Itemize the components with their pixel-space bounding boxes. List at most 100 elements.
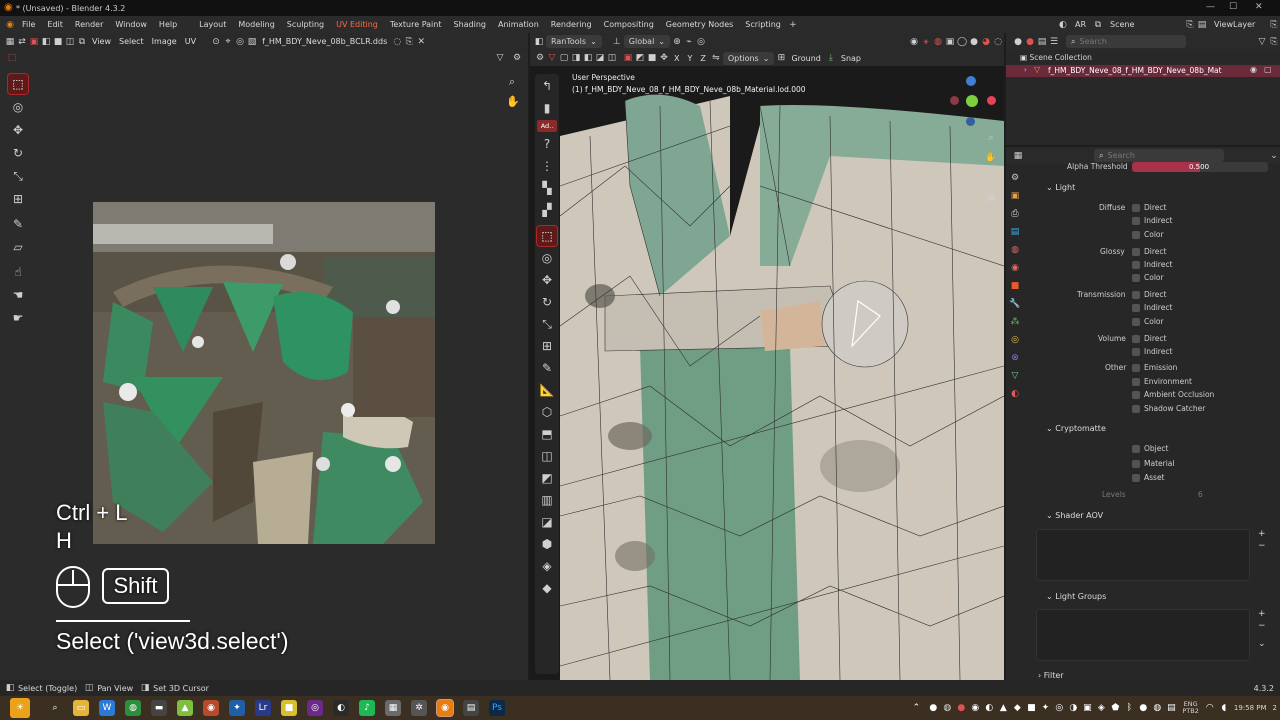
select-mode-subtract-icon[interactable]: ◧ xyxy=(582,52,594,64)
scale-tool-icon[interactable]: ⤡ xyxy=(8,166,28,186)
overlay-toggle-icon[interactable]: ◍ xyxy=(932,36,944,48)
diffuse-color-checkbox[interactable]: Color xyxy=(1132,230,1164,239)
image-close-icon[interactable]: ✕ xyxy=(415,36,427,48)
mirror-icon[interactable]: ⇋ xyxy=(710,52,722,64)
menu-help[interactable]: Help xyxy=(153,20,183,29)
xray-icon[interactable]: ▣ xyxy=(944,36,956,48)
options-dropdown[interactable]: Options ⌄ xyxy=(722,51,775,65)
data-tab-icon[interactable]: ▽ xyxy=(1009,370,1021,382)
transmission-direct-checkbox[interactable]: Direct xyxy=(1132,290,1166,299)
ar-label[interactable]: AR xyxy=(1069,20,1092,29)
chrome-icon[interactable]: ◍ xyxy=(125,700,141,716)
properties-search-input[interactable]: ⌕ Search xyxy=(1094,149,1224,162)
pivot-point-icon[interactable]: ⊕ xyxy=(671,36,683,48)
transform-affect-icon[interactable]: ✥ xyxy=(658,52,670,64)
extrude-icon[interactable]: ⬒ xyxy=(537,424,557,444)
vertex-select-icon[interactable]: ▣ xyxy=(28,36,40,48)
light-groups-section-header[interactable]: ⌄ Light Groups xyxy=(1046,592,1106,601)
tab-shading[interactable]: Shading xyxy=(447,20,492,29)
render-tab-icon[interactable]: ▣ xyxy=(1009,190,1021,202)
view-layer-selector[interactable]: ViewLayer xyxy=(1208,20,1268,29)
glossy-direct-checkbox[interactable]: Direct xyxy=(1132,247,1166,256)
grid-a-icon[interactable]: ▚ xyxy=(537,178,557,198)
measure-icon[interactable]: 📐 xyxy=(537,380,557,400)
list-icon[interactable]: ☰ xyxy=(1048,36,1060,48)
pie-icon[interactable]: ⋮ xyxy=(537,156,557,176)
sticky-select-icon[interactable]: ⧉ xyxy=(76,36,88,48)
chevron-down-icon[interactable]: ⌄ xyxy=(1258,639,1266,649)
tray-app14-icon[interactable]: ⬟ xyxy=(1110,700,1120,716)
object-visibility-icon[interactable]: ◉ xyxy=(908,36,920,48)
cursor-tool-icon[interactable]: ◎ xyxy=(8,97,28,117)
face-mode-icon[interactable]: ■ xyxy=(646,52,658,64)
grid-b-icon[interactable]: ▞ xyxy=(537,200,557,220)
snap-icon[interactable]: ⌖ xyxy=(222,36,234,48)
uv-editor-area[interactable]: ⬚ ▽ ⚙ ⬚ ◎ ✥ ↻ ⤡ ⊞ ✎ ▱ ☝ ☚ ☛ ⌕ ✋ Ctrl + L… xyxy=(0,50,528,680)
filter-section-header[interactable]: › Filter xyxy=(1038,671,1064,680)
proportional-edit-icon[interactable]: ◎ xyxy=(695,36,707,48)
poly-build-icon[interactable]: ⬢ xyxy=(537,534,557,554)
tray-app8-icon[interactable]: ■ xyxy=(1026,700,1036,716)
modifier-tab-icon[interactable]: 🔧 xyxy=(1009,298,1021,310)
tray-app15-icon[interactable]: ● xyxy=(1138,700,1148,716)
app-orange-icon[interactable]: ◉ xyxy=(203,700,219,716)
wifi-icon[interactable]: ◠ xyxy=(1205,700,1215,716)
tray-app16-icon[interactable]: ◍ xyxy=(1152,700,1162,716)
crypto-material-checkbox[interactable]: Material xyxy=(1132,459,1174,468)
uv-menu-uv[interactable]: UV xyxy=(181,35,200,48)
viewport-pan-icon[interactable]: ✋ xyxy=(985,152,997,164)
cursor-icon[interactable]: ◎ xyxy=(537,248,557,268)
snap-toggle[interactable]: Snap xyxy=(837,52,865,65)
tray-app5-icon[interactable]: ◐ xyxy=(984,700,994,716)
transform-icon[interactable]: ⊞ xyxy=(537,336,557,356)
weather-icon[interactable]: ☀ xyxy=(10,698,30,718)
world-tab-icon[interactable]: ◉ xyxy=(1009,262,1021,274)
maximize-icon[interactable]: ☐ xyxy=(1229,2,1237,12)
transmission-indirect-checkbox[interactable]: Indirect xyxy=(1132,303,1172,312)
visibility-eye-icon[interactable]: ◉ xyxy=(1250,65,1257,74)
add-workspace-icon[interactable]: + xyxy=(787,19,799,31)
outliner-filter-icon[interactable]: ▽ xyxy=(1256,36,1268,48)
remove-aov-icon[interactable]: − xyxy=(1258,541,1266,551)
fake-user-icon[interactable]: ◌ xyxy=(391,36,403,48)
tab-compositing[interactable]: Compositing xyxy=(598,20,660,29)
select-tool-icon[interactable]: ⬚ xyxy=(536,225,558,247)
menu-window[interactable]: Window xyxy=(109,20,153,29)
axis-y-toggle[interactable]: Y xyxy=(683,52,696,65)
bluetooth-icon[interactable]: ᛒ xyxy=(1124,700,1134,716)
scale-icon[interactable]: ⤡ xyxy=(537,314,557,334)
physics-tab-icon[interactable]: ◎ xyxy=(1009,334,1021,346)
add-aov-icon[interactable]: + xyxy=(1258,529,1266,539)
diffuse-direct-checkbox[interactable]: Direct xyxy=(1132,203,1166,212)
tab-uv-editing[interactable]: UV Editing xyxy=(330,20,384,29)
zoom-icon[interactable]: ⌕ xyxy=(506,76,518,88)
alpha-threshold-slider[interactable]: 0.500 xyxy=(1132,162,1268,172)
output-tab-icon[interactable]: ⎙ xyxy=(1009,208,1021,220)
knife-icon[interactable]: ◪ xyxy=(537,512,557,532)
notification-badge[interactable]: 2 xyxy=(1270,704,1280,712)
search-icon[interactable]: ⌕ xyxy=(47,700,63,716)
shadow-catcher-checkbox[interactable]: Shadow Catcher xyxy=(1132,404,1205,413)
app-window-icon[interactable]: ▤ xyxy=(463,700,479,716)
select-box-tool-icon[interactable]: ⬚ xyxy=(7,73,29,95)
ground-toggle[interactable]: Ground xyxy=(787,52,824,65)
display-mode-icon[interactable]: ▤ xyxy=(1036,36,1048,48)
axis-x-toggle[interactable]: X xyxy=(670,52,683,65)
navigation-gizmo[interactable] xyxy=(945,76,1001,132)
settings-gear-icon[interactable]: ⚙ xyxy=(511,52,523,64)
rantools-dropdown[interactable]: RanTools ⌄ xyxy=(546,35,602,48)
grab-tool-icon[interactable]: ☝ xyxy=(8,262,28,282)
loop-cut-icon[interactable]: ▥ xyxy=(537,490,557,510)
camera-view-icon[interactable]: ⎔ xyxy=(985,172,997,184)
crypto-object-checkbox[interactable]: Object xyxy=(1132,444,1168,453)
volume-direct-checkbox[interactable]: Direct xyxy=(1132,334,1166,343)
outliner-filter-dot-icon[interactable]: ● xyxy=(1024,36,1036,48)
tray-app7-icon[interactable]: ◆ xyxy=(1012,700,1022,716)
app-gear-icon[interactable]: ✲ xyxy=(411,700,427,716)
select-mode-extend-icon[interactable]: ◨ xyxy=(570,52,582,64)
tray-app4-icon[interactable]: ◉ xyxy=(970,700,980,716)
mesh-filter-icon[interactable]: ▽ xyxy=(546,52,558,64)
editor-type-icon[interactable]: ▦ xyxy=(4,36,16,48)
tab-texture-paint[interactable]: Texture Paint xyxy=(384,20,448,29)
spin-icon[interactable]: ◈ xyxy=(537,556,557,576)
